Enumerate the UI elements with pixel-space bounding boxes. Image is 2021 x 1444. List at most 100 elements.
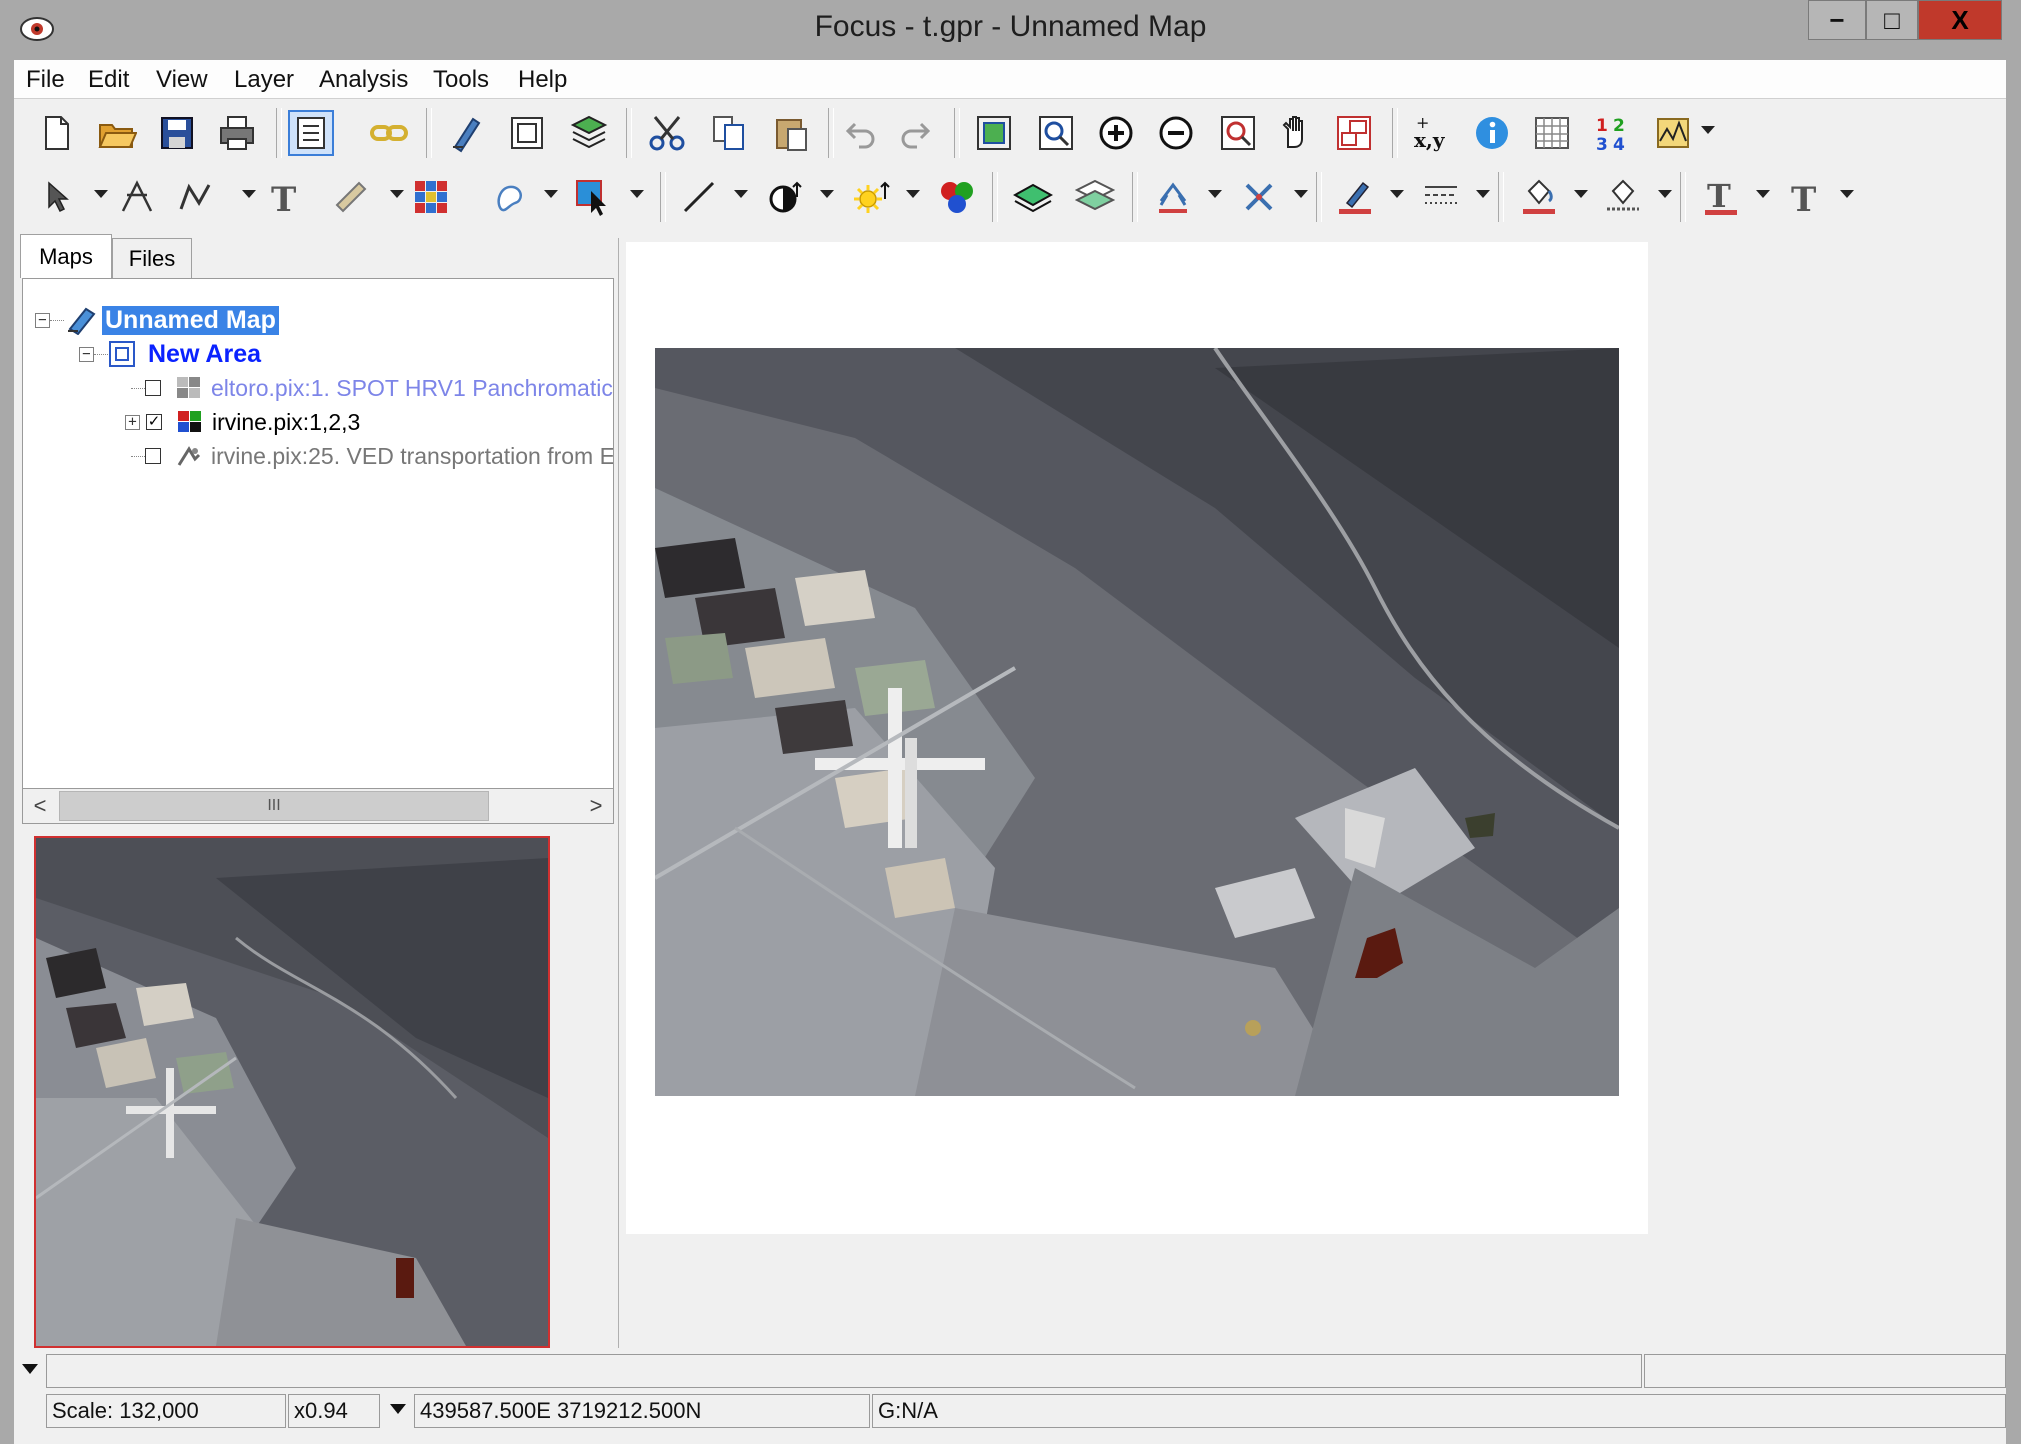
- zoom-readout[interactable]: x0.94: [288, 1394, 380, 1428]
- layer-top-button[interactable]: [1010, 174, 1056, 220]
- menu-layer[interactable]: Layer: [234, 66, 294, 94]
- tree-row-layer[interactable]: + ✓ irvine.pix:1,2,3: [125, 407, 360, 437]
- table-button[interactable]: [1529, 110, 1575, 156]
- line-style-button[interactable]: [676, 174, 722, 220]
- text-style-button[interactable]: T: [1782, 174, 1828, 220]
- contrast-dropdown-icon[interactable]: [820, 190, 834, 198]
- cursor-dropdown-icon[interactable]: [630, 190, 644, 198]
- menu-view[interactable]: View: [156, 66, 208, 94]
- zoom-in-button[interactable]: [1093, 110, 1139, 156]
- text-style-dropdown-icon[interactable]: [1840, 190, 1854, 198]
- measure-dropdown-icon[interactable]: [390, 190, 404, 198]
- cursor-select-button[interactable]: [570, 174, 616, 220]
- cross-tool-dropdown-icon[interactable]: [1294, 190, 1308, 198]
- minimize-button[interactable]: −: [1808, 0, 1866, 40]
- shape-button[interactable]: [488, 174, 534, 220]
- scroll-right-icon[interactable]: >: [579, 789, 613, 823]
- select-dropdown-icon[interactable]: [94, 190, 108, 198]
- print-button[interactable]: [214, 110, 260, 156]
- scroll-thumb[interactable]: III: [59, 791, 489, 821]
- layer-checkbox[interactable]: ✓: [146, 414, 162, 430]
- number-grid-button[interactable]: 1234: [1589, 110, 1635, 156]
- chart-dropdown-icon[interactable]: [1701, 126, 1715, 134]
- layer-label[interactable]: irvine.pix:25. VED transportation from E…: [211, 443, 613, 470]
- save-button[interactable]: [154, 110, 200, 156]
- tab-files[interactable]: Files: [112, 238, 192, 278]
- line-dropdown-icon[interactable]: [242, 190, 256, 198]
- rotate-map-button[interactable]: [442, 110, 488, 156]
- menu-file[interactable]: File: [26, 66, 65, 94]
- layer-stack-button[interactable]: [1072, 174, 1118, 220]
- new-file-button[interactable]: [34, 110, 80, 156]
- maximize-button[interactable]: □: [1866, 0, 1918, 40]
- scale-readout[interactable]: Scale: 132,000: [46, 1394, 286, 1428]
- scroll-left-icon[interactable]: <: [23, 789, 57, 823]
- copy-button[interactable]: [706, 110, 752, 156]
- cut-button[interactable]: [644, 110, 690, 156]
- zoom-to-extent-button[interactable]: [971, 110, 1017, 156]
- shape-dropdown-icon[interactable]: [544, 190, 558, 198]
- link-button[interactable]: [366, 110, 412, 156]
- pan-button[interactable]: [1273, 110, 1319, 156]
- expand-toggle[interactable]: +: [125, 414, 140, 430]
- open-button[interactable]: [94, 110, 140, 156]
- layer-label[interactable]: eltoro.pix:1. SPOT HRV1 Panchromatic: [211, 375, 613, 402]
- tree-row-layer[interactable]: eltoro.pix:1. SPOT HRV1 Panchromatic: [131, 373, 613, 403]
- tree-row-area[interactable]: − New Area: [79, 339, 261, 369]
- tab-maps[interactable]: Maps: [20, 234, 112, 278]
- layer-label[interactable]: irvine.pix:1,2,3: [212, 409, 360, 436]
- pen-color-button[interactable]: [1332, 174, 1378, 220]
- rgb-channels-button[interactable]: [934, 174, 980, 220]
- undo-button[interactable]: [836, 110, 882, 156]
- overview-thumbnail[interactable]: [34, 836, 550, 1348]
- coordinate-mode-dropdown-icon[interactable]: [388, 1402, 408, 1416]
- tree-map-label[interactable]: Unnamed Map: [102, 305, 279, 335]
- zoom-box-button[interactable]: [1033, 110, 1079, 156]
- overview-button[interactable]: [1331, 110, 1377, 156]
- text-color-button[interactable]: T: [1698, 174, 1744, 220]
- vector-tool-dropdown-icon[interactable]: [1208, 190, 1222, 198]
- menu-help[interactable]: Help: [518, 66, 567, 94]
- area-button[interactable]: [504, 110, 550, 156]
- layers-button[interactable]: [566, 110, 612, 156]
- layer-checkbox[interactable]: [145, 380, 161, 396]
- pen-color-dropdown-icon[interactable]: [1390, 190, 1404, 198]
- collapse-toggle[interactable]: −: [79, 346, 94, 362]
- layer-checkbox[interactable]: [145, 448, 161, 464]
- tree-row-layer[interactable]: irvine.pix:25. VED transportation from E…: [131, 441, 613, 471]
- redo-button[interactable]: [894, 110, 940, 156]
- fill-color-dropdown-icon[interactable]: [1574, 190, 1588, 198]
- tree-scrollbar[interactable]: < III >: [22, 788, 614, 824]
- measure-button[interactable]: [328, 174, 374, 220]
- satellite-imagery[interactable]: [655, 348, 1619, 1096]
- chart-button[interactable]: [1651, 110, 1697, 156]
- tree-row-map[interactable]: − Unnamed Map: [35, 305, 279, 335]
- zoom-out-button[interactable]: [1153, 110, 1199, 156]
- brightness-dropdown-icon[interactable]: [906, 190, 920, 198]
- info-button[interactable]: [1469, 110, 1515, 156]
- select-button[interactable]: [34, 174, 80, 220]
- line-style-dropdown-icon[interactable]: [734, 190, 748, 198]
- map-view-button[interactable]: [288, 110, 334, 156]
- status-toggle-icon[interactable]: [20, 1362, 40, 1376]
- menu-edit[interactable]: Edit: [88, 66, 129, 94]
- line-pattern-dropdown-icon[interactable]: [1476, 190, 1490, 198]
- text-tool-button[interactable]: T: [262, 174, 308, 220]
- xy-coordinate-button[interactable]: + x,y: [1409, 110, 1455, 156]
- draw-line-button[interactable]: [172, 174, 218, 220]
- zoom-layer-button[interactable]: [1215, 110, 1261, 156]
- fill-color-button[interactable]: [1516, 174, 1562, 220]
- close-button[interactable]: X: [1918, 0, 2002, 40]
- line-pattern-button[interactable]: [1418, 174, 1464, 220]
- brightness-button[interactable]: [848, 174, 894, 220]
- menu-tools[interactable]: Tools: [433, 66, 489, 94]
- fill-pattern-dropdown-icon[interactable]: [1658, 190, 1672, 198]
- collapse-toggle[interactable]: −: [35, 312, 50, 328]
- vector-tool-button[interactable]: [1150, 174, 1196, 220]
- text-color-dropdown-icon[interactable]: [1756, 190, 1770, 198]
- paste-button[interactable]: [768, 110, 814, 156]
- contrast-button[interactable]: [762, 174, 808, 220]
- edit-vertex-button[interactable]: [114, 174, 160, 220]
- tree-area-label[interactable]: New Area: [148, 340, 261, 369]
- raster-palette-button[interactable]: [408, 174, 454, 220]
